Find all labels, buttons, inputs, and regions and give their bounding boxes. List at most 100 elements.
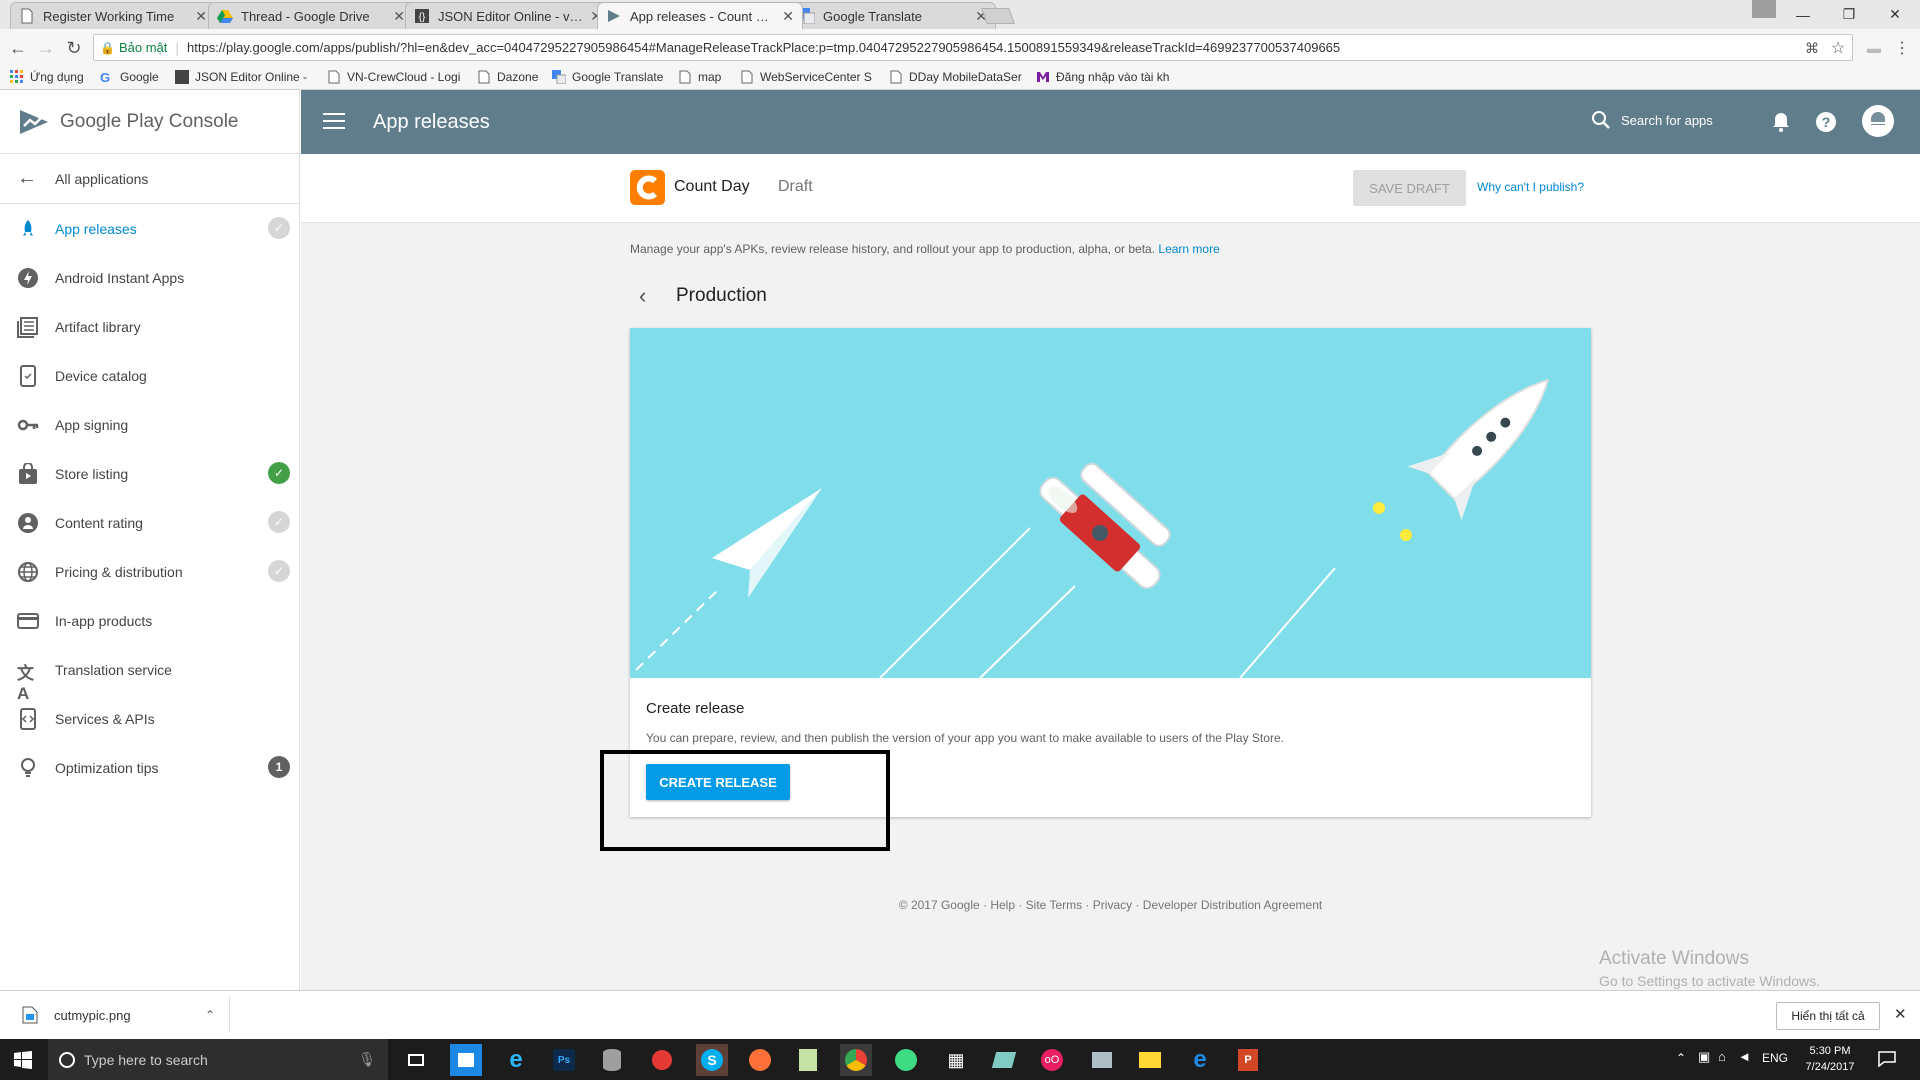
- microphone-icon[interactable]: 🎙: [358, 1051, 376, 1068]
- bookmark-dazone[interactable]: Dazone: [477, 70, 538, 84]
- oo-app-icon[interactable]: oO: [1036, 1044, 1068, 1076]
- bookmark-json[interactable]: JSON Editor Online -: [175, 70, 307, 84]
- powerpoint-icon[interactable]: P: [1232, 1044, 1264, 1076]
- action-center-icon[interactable]: [1878, 1051, 1896, 1067]
- browser-tab-active[interactable]: App releases - Count Day ✕: [597, 2, 803, 29]
- hamburger-menu-icon[interactable]: [323, 110, 345, 132]
- windows-start-icon[interactable]: [14, 1051, 32, 1069]
- bolt-icon: [18, 268, 38, 288]
- close-icon[interactable]: ✕: [782, 8, 794, 25]
- extension-icon[interactable]: ▬: [1862, 36, 1886, 60]
- database-icon[interactable]: [596, 1044, 628, 1076]
- internet-explorer-icon[interactable]: e: [500, 1044, 532, 1076]
- sidebar-item-app-releases[interactable]: App releases ✓: [0, 204, 300, 253]
- tab-title: Register Working Time: [43, 8, 175, 24]
- sidebar-item-pricing[interactable]: Pricing & distribution ✓: [0, 547, 300, 596]
- app-name: Count Day: [674, 178, 750, 195]
- chevron-left-icon[interactable]: ‹: [639, 283, 646, 309]
- profile-icon[interactable]: [1752, 0, 1776, 18]
- notifications-bell-icon[interactable]: [1771, 111, 1791, 133]
- activate-windows-watermark: Activate Windows Go to Settings to activ…: [1599, 948, 1820, 989]
- browser-tab[interactable]: Thread - Google Drive ✕: [208, 2, 414, 29]
- save-draft-button[interactable]: SAVE DRAFT: [1353, 170, 1466, 206]
- android-studio-icon[interactable]: [890, 1044, 922, 1076]
- sidebar-item-in-app-products[interactable]: In-app products: [0, 596, 300, 645]
- store-app-icon[interactable]: [450, 1044, 482, 1076]
- why-cant-publish-link[interactable]: Why can't I publish?: [1477, 180, 1584, 194]
- sql-icon[interactable]: [646, 1044, 678, 1076]
- download-filename: cutmypic.png: [54, 1007, 131, 1023]
- browser-tab[interactable]: Google Translate ✕: [790, 2, 996, 29]
- json-editor-icon: [175, 70, 189, 84]
- minimize-icon[interactable]: —: [1780, 0, 1826, 29]
- task-view-icon[interactable]: [400, 1044, 432, 1076]
- firefox-icon[interactable]: [744, 1044, 776, 1076]
- clock[interactable]: 5:30 PM 7/24/2017: [1800, 1043, 1860, 1075]
- bookmark-star-icon[interactable]: ☆: [1826, 36, 1850, 60]
- bookmark-crewcloud[interactable]: VN-CrewCloud - Logi: [327, 70, 460, 84]
- notepad-icon[interactable]: [792, 1044, 824, 1076]
- back-icon[interactable]: ←: [6, 36, 30, 60]
- bookmark-translate[interactable]: Google Translate: [552, 70, 663, 84]
- translate-icon: 文A: [17, 664, 34, 703]
- bookmark-map[interactable]: map: [678, 70, 721, 84]
- sidebar-item-translation[interactable]: 文A Translation service: [0, 645, 300, 704]
- remote-desktop-icon[interactable]: [1086, 1044, 1118, 1076]
- app-icon[interactable]: [988, 1044, 1020, 1076]
- clock-time: 5:30 PM: [1809, 1045, 1851, 1057]
- page-icon: [679, 70, 691, 84]
- sidebar-item-instant-apps[interactable]: Android Instant Apps: [0, 253, 300, 302]
- forward-icon[interactable]: →: [34, 36, 58, 60]
- bookmark-google[interactable]: G Google: [100, 70, 159, 85]
- search-apps[interactable]: Search for apps: [1591, 110, 1713, 130]
- edge-icon[interactable]: e: [1184, 1044, 1216, 1076]
- browser-tab[interactable]: Register Working Time ✕: [10, 2, 216, 29]
- sidebar-item-optimization[interactable]: Optimization tips 1: [0, 743, 300, 792]
- url-field[interactable]: 🔒 Bảo mật | https://play.google.com/apps…: [93, 34, 1853, 61]
- restore-icon[interactable]: ❐: [1826, 0, 1872, 29]
- tray-network-icon[interactable]: ⌂: [1718, 1049, 1726, 1064]
- taskbar-search-box[interactable]: Type here to search 🎙: [48, 1039, 388, 1080]
- sidebar-item-app-signing[interactable]: App signing: [0, 400, 300, 449]
- skype-icon[interactable]: S: [696, 1044, 728, 1076]
- chrome-icon[interactable]: [840, 1044, 872, 1076]
- photoshop-icon[interactable]: Ps: [548, 1044, 580, 1076]
- show-all-downloads-button[interactable]: Hiển thị tất cả: [1776, 1002, 1880, 1030]
- tray-chevron-icon[interactable]: ⌃: [1676, 1051, 1686, 1065]
- volume-icon[interactable]: ◄: [1738, 1049, 1751, 1064]
- close-download-bar-icon[interactable]: ✕: [1894, 1005, 1907, 1023]
- arrow-back-icon: ←: [17, 167, 37, 189]
- sidebar-item-services-apis[interactable]: Services & APIs: [0, 694, 300, 743]
- play-console-icon: [608, 10, 620, 22]
- bookmark-apps[interactable]: Ứng dụng: [10, 70, 84, 84]
- sidebar-item-artifact-library[interactable]: Artifact library: [0, 302, 300, 351]
- sidebar-item-device-catalog[interactable]: Device catalog: [0, 351, 300, 400]
- calculator-icon[interactable]: ▦: [940, 1044, 972, 1076]
- bookmark-dday[interactable]: DDay MobileDataSer: [889, 70, 1022, 84]
- rocket-icon: [23, 220, 33, 236]
- help-icon[interactable]: ?: [1815, 111, 1837, 133]
- language-indicator[interactable]: ENG: [1762, 1051, 1788, 1065]
- console-logo[interactable]: Google Play Console: [0, 90, 300, 154]
- tray-app-icon[interactable]: ▣: [1698, 1049, 1710, 1065]
- new-tab-button[interactable]: [981, 8, 1015, 24]
- all-applications-link[interactable]: ← All applications: [0, 154, 300, 203]
- watermark-title: Activate Windows: [1599, 948, 1749, 969]
- close-icon[interactable]: ✕: [393, 8, 405, 25]
- bookmark-login[interactable]: Đăng nhập vào tài kh: [1036, 70, 1169, 84]
- window-close-icon[interactable]: ✕: [1872, 0, 1918, 29]
- learn-more-link[interactable]: Learn more: [1158, 242, 1219, 256]
- description-text: Manage your app's APKs, review release h…: [630, 242, 1156, 256]
- menu-dots-icon[interactable]: ⋮: [1890, 36, 1914, 60]
- reload-icon[interactable]: ↻: [62, 36, 86, 60]
- download-item[interactable]: cutmypic.png ⌃: [14, 997, 230, 1033]
- translate-page-icon[interactable]: ⌘: [1800, 36, 1824, 60]
- close-icon[interactable]: ✕: [195, 8, 207, 25]
- chevron-up-icon[interactable]: ⌃: [205, 1008, 215, 1022]
- browser-tab[interactable]: {} JSON Editor Online - view ✕: [405, 2, 611, 29]
- sidebar-item-content-rating[interactable]: Content rating ✓: [0, 498, 300, 547]
- sidebar-item-store-listing[interactable]: Store listing ✓: [0, 449, 300, 498]
- file-explorer-icon[interactable]: [1134, 1044, 1166, 1076]
- bookmark-webservice[interactable]: WebServiceCenter S: [740, 70, 872, 84]
- account-avatar-icon[interactable]: [1862, 105, 1894, 137]
